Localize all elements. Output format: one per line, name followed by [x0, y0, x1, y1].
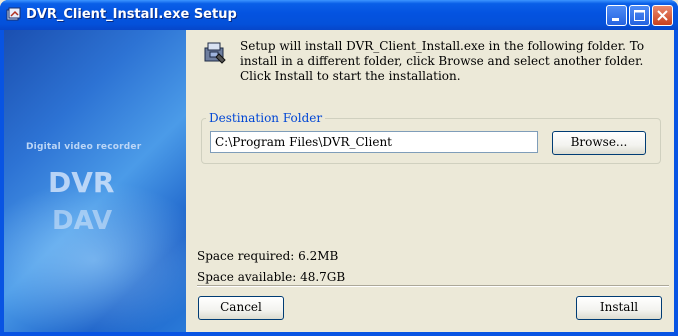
installer-app-icon	[6, 7, 21, 21]
destination-folder-label: Destination Folder	[206, 111, 326, 125]
installer-package-icon	[204, 42, 226, 64]
close-icon	[657, 10, 668, 21]
installer-banner-image: Digital video recorder DVR DAV	[4, 30, 186, 332]
banner-logo-dvr: DVR	[48, 166, 115, 199]
space-required: Space required: 6.2MB	[197, 249, 339, 263]
banner-logo-dav: DAV	[52, 206, 113, 236]
maximize-button[interactable]	[629, 5, 650, 26]
minimize-button[interactable]	[606, 5, 627, 26]
banner-subtitle: Digital video recorder	[26, 142, 142, 152]
maximize-icon	[634, 10, 645, 21]
dialog-body: Digital video recorder DVR DAV Setup wil…	[4, 30, 674, 332]
close-button[interactable]	[652, 5, 673, 26]
install-button[interactable]: Install	[576, 296, 662, 320]
browse-button[interactable]: Browse...	[552, 131, 646, 155]
footer-divider	[197, 285, 669, 287]
minimize-icon	[612, 18, 619, 21]
installer-window: DVR_Client_Install.exe Setup Digital vid…	[0, 0, 678, 336]
intro-description: Setup will install DVR_Client_Install.ex…	[240, 39, 645, 83]
title-bar[interactable]: DVR_Client_Install.exe Setup	[0, 0, 678, 30]
destination-path-input[interactable]	[210, 131, 538, 153]
cancel-button[interactable]: Cancel	[198, 296, 284, 320]
banner-glow	[4, 180, 186, 332]
window-title: DVR_Client_Install.exe Setup	[26, 7, 237, 22]
space-available: Space available: 48.7GB	[197, 270, 346, 284]
